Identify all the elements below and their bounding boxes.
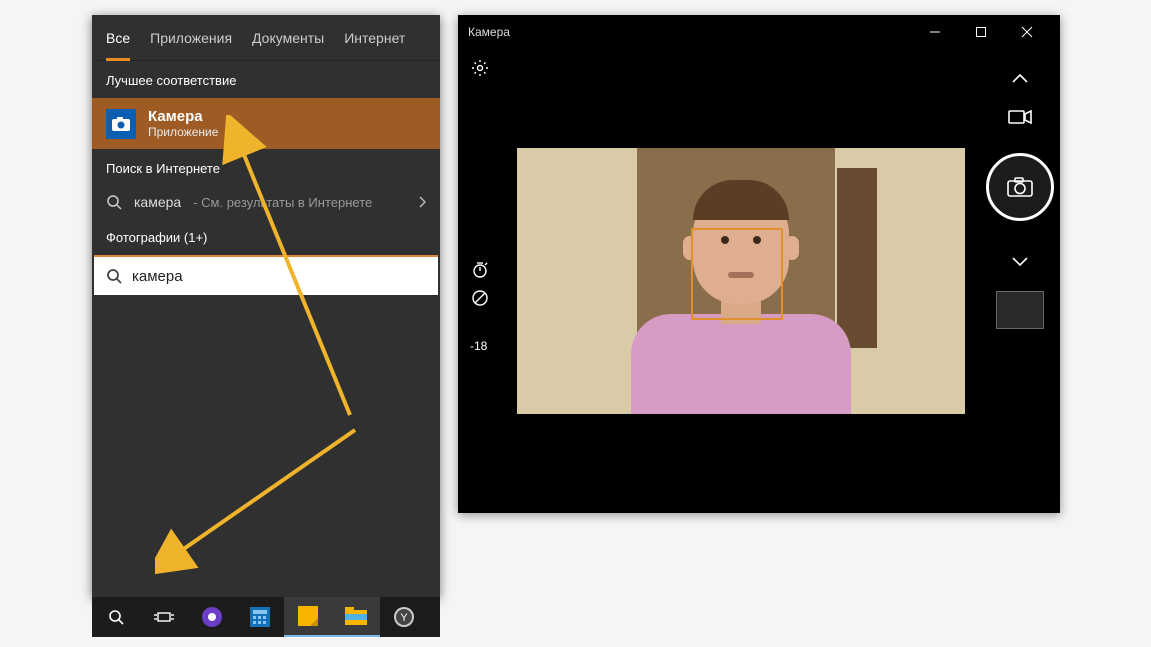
close-button[interactable] [1004, 15, 1050, 49]
best-match-title: Камера [148, 108, 218, 125]
camera-icon [1007, 177, 1033, 197]
window-title: Камера [468, 25, 510, 39]
web-search-result[interactable]: камера - См. результаты в Интернете [92, 186, 440, 218]
best-match-texts: Камера Приложение [148, 108, 218, 139]
camera-app-window: Камера [458, 15, 1060, 513]
chevron-right-icon [418, 196, 426, 208]
video-mode-button[interactable] [1008, 109, 1032, 125]
taskbar: Y [92, 597, 440, 637]
search-input-container [94, 255, 438, 295]
window-controls [912, 15, 1050, 49]
photo-timer-button[interactable] [471, 261, 489, 279]
shutter-button[interactable] [986, 153, 1054, 221]
tab-internet[interactable]: Интернет [334, 15, 415, 60]
maximize-button[interactable] [958, 15, 1004, 49]
settings-button[interactable] [465, 53, 495, 83]
face-detection-box [691, 228, 783, 320]
camera-body: -18 [458, 49, 1060, 513]
best-match-header: Лучшее соответствие [92, 61, 440, 98]
web-search-header: Поиск в Интернете [92, 149, 440, 186]
svg-text:Y: Y [400, 612, 408, 624]
camera-right-controls [980, 49, 1060, 513]
search-icon [106, 194, 122, 210]
titlebar[interactable]: Камера [458, 15, 1060, 49]
gauge-icon [471, 289, 489, 307]
video-icon [1008, 109, 1032, 125]
windows-search-panel: Все Приложения Документы Интернет Лучшее… [92, 15, 440, 597]
gear-icon [471, 59, 489, 77]
tab-documents[interactable]: Документы [242, 15, 334, 60]
tab-apps[interactable]: Приложения [140, 15, 242, 60]
camera-left-controls: -18 [458, 49, 502, 513]
web-search-hint: - См. результаты в Интернете [193, 195, 372, 210]
taskbar-app-sticky-notes[interactable] [284, 597, 332, 637]
chevron-up-icon [1010, 73, 1030, 85]
minimize-button[interactable] [912, 15, 958, 49]
timer-icon [471, 261, 489, 279]
taskbar-app-yandex[interactable] [188, 597, 236, 637]
taskbar-app-explorer[interactable] [332, 597, 380, 637]
taskbar-task-view-button[interactable] [140, 597, 188, 637]
mode-scroll-up[interactable] [1004, 67, 1036, 91]
exposure-value: -18 [470, 339, 487, 353]
search-icon [106, 268, 122, 284]
best-match-result[interactable]: Камера Приложение [92, 98, 440, 149]
camera-preview [517, 148, 965, 414]
camera-viewfinder[interactable] [502, 49, 980, 513]
taskbar-app-browser-y[interactable]: Y [380, 597, 428, 637]
search-tabs: Все Приложения Документы Интернет [92, 15, 440, 61]
taskbar-search-button[interactable] [92, 597, 140, 637]
photos-header: Фотографии (1+) [92, 218, 440, 255]
camera-app-icon [106, 109, 136, 139]
best-match-subtitle: Приложение [148, 125, 218, 139]
chevron-down-icon [1010, 255, 1030, 267]
gallery-thumbnail[interactable] [996, 291, 1044, 329]
mode-scroll-down[interactable] [1004, 249, 1036, 273]
search-input[interactable] [132, 268, 426, 285]
exposure-button[interactable] [471, 289, 489, 307]
taskbar-app-calculator[interactable] [236, 597, 284, 637]
tab-all[interactable]: Все [106, 15, 140, 60]
web-search-term: камера [134, 194, 181, 210]
